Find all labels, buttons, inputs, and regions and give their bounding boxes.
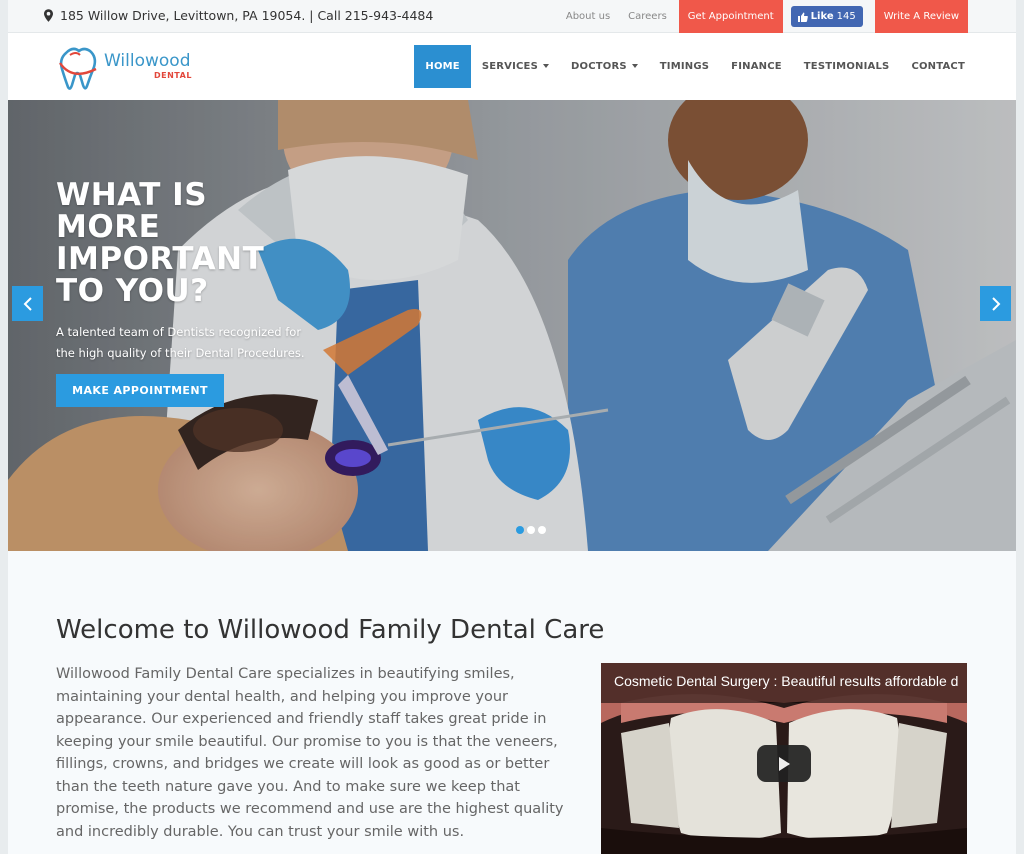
top-bar: 185 Willow Drive, Levittown, PA 19054. |… — [8, 0, 1016, 33]
nav-testimonials[interactable]: TESTIMONIALS — [793, 45, 901, 88]
nav-doctors[interactable]: DOCTORS — [560, 45, 649, 88]
nav-doctors-label: DOCTORS — [571, 61, 627, 72]
write-review-button[interactable]: Write A Review — [874, 0, 968, 33]
address-text: 185 Willow Drive, Levittown, PA 19054. |… — [60, 8, 434, 23]
welcome-heading: Welcome to Willowood Family Dental Care — [56, 615, 605, 645]
like-label: Like — [810, 11, 834, 22]
nav-menu: HOME SERVICES DOCTORS TIMINGS FINANCE TE… — [414, 45, 976, 88]
chevron-left-icon — [23, 296, 32, 311]
logo-subtitle: DENTAL — [154, 71, 192, 80]
get-appointment-button[interactable]: Get Appointment — [678, 0, 783, 33]
thumbs-up-icon — [797, 12, 808, 22]
hero-title: WHAT IS MORE IMPORTANT TO YOU? — [56, 177, 265, 309]
main-navbar: Willowood DENTAL HOME SERVICES DOCTORS T… — [8, 34, 1016, 100]
slider-dots — [514, 526, 547, 534]
logo-name: Willowood — [104, 51, 191, 71]
nav-services-label: SERVICES — [481, 61, 538, 72]
address: 185 Willow Drive, Levittown, PA 19054. |… — [44, 8, 433, 23]
slider-dot-2[interactable] — [526, 526, 535, 534]
video-title: Cosmetic Dental Surgery : Beautiful resu… — [614, 673, 959, 689]
slider-prev-button[interactable] — [12, 286, 43, 321]
careers-link[interactable]: Careers — [628, 11, 667, 22]
nav-timings[interactable]: TIMINGS — [649, 45, 720, 88]
nav-contact[interactable]: CONTACT — [900, 45, 976, 88]
slider-next-button[interactable] — [980, 286, 1011, 321]
play-button[interactable] — [757, 745, 811, 782]
caret-down-icon — [543, 64, 549, 68]
welcome-section: Welcome to Willowood Family Dental Care … — [8, 551, 1016, 854]
hero-slider: WHAT IS MORE IMPORTANT TO YOU? A talente… — [8, 100, 1016, 551]
play-icon — [779, 756, 790, 771]
hero-subtitle: A talented team of Dentists recognized f… — [56, 325, 305, 360]
facebook-like-button[interactable]: Like 145 — [790, 6, 863, 27]
nav-home[interactable]: HOME — [414, 45, 471, 88]
map-pin-icon — [44, 9, 53, 22]
youtube-video-embed[interactable]: Cosmetic Dental Surgery : Beautiful resu… — [601, 663, 967, 854]
welcome-body: Willowood Family Dental Care specializes… — [56, 666, 564, 840]
make-appointment-button[interactable]: MAKE APPOINTMENT — [56, 374, 224, 407]
slider-dot-3[interactable] — [537, 526, 546, 534]
tooth-logo-icon — [59, 47, 97, 90]
willowood-logo[interactable]: Willowood DENTAL — [56, 41, 196, 93]
nav-services[interactable]: SERVICES — [471, 45, 560, 88]
slider-dot-1[interactable] — [515, 526, 524, 534]
top-links: About us Careers Get Appointment Like 14… — [548, 0, 968, 33]
page-frame: 185 Willow Drive, Levittown, PA 19054. |… — [8, 0, 1016, 854]
nav-finance[interactable]: FINANCE — [720, 45, 793, 88]
about-us-link[interactable]: About us — [566, 11, 610, 22]
caret-down-icon — [631, 64, 638, 68]
chevron-right-icon — [991, 296, 1000, 311]
like-count: 145 — [836, 11, 856, 22]
